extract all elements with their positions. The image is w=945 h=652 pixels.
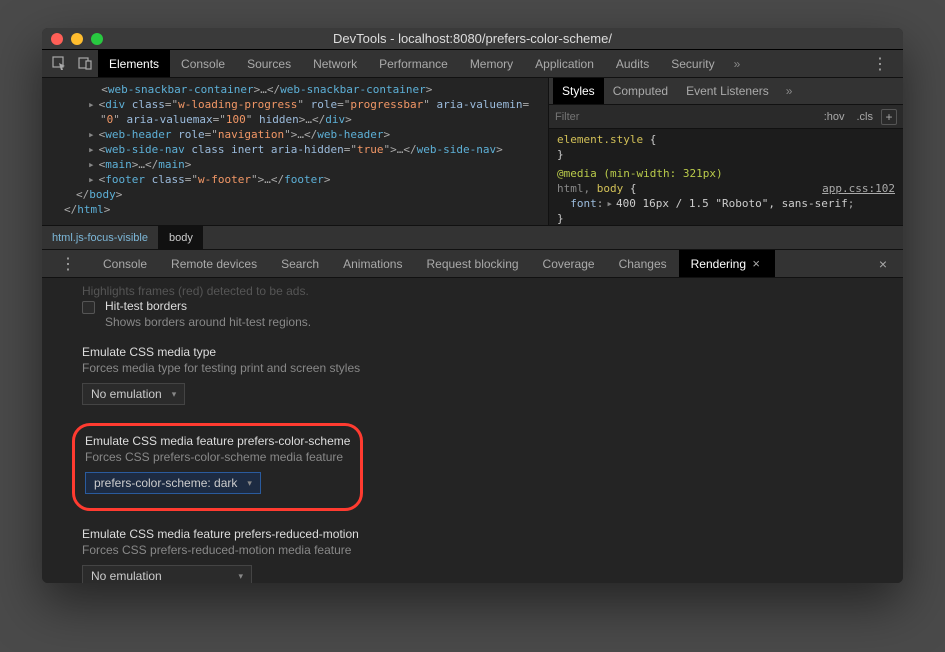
hov-toggle[interactable]: :hov bbox=[820, 111, 849, 123]
tabs-overflow-icon[interactable]: » bbox=[726, 57, 749, 71]
sidebar-tab-styles[interactable]: Styles bbox=[553, 78, 604, 104]
new-style-rule-button[interactable]: + bbox=[881, 109, 897, 125]
tab-security[interactable]: Security bbox=[660, 50, 725, 77]
truncated-text: Highlights frames (red) detected to be a… bbox=[82, 284, 885, 298]
highlight-annotation: Emulate CSS media feature prefers-color-… bbox=[72, 423, 363, 511]
traffic-lights bbox=[42, 33, 103, 45]
drawer-tab-changes[interactable]: Changes bbox=[607, 250, 679, 277]
close-drawer-icon[interactable]: × bbox=[879, 256, 895, 272]
styles-pane[interactable]: element.style {} @media (min-width: 321p… bbox=[549, 129, 903, 225]
drawer-tab-remote-devices[interactable]: Remote devices bbox=[159, 250, 269, 277]
drawer-tab-request-blocking[interactable]: Request blocking bbox=[414, 250, 530, 277]
minimize-window-button[interactable] bbox=[71, 33, 83, 45]
drawer-tab-animations[interactable]: Animations bbox=[331, 250, 414, 277]
styles-sidebar: Styles Computed Event Listeners » :hov .… bbox=[548, 78, 903, 225]
chevron-down-icon: ▾ bbox=[247, 478, 252, 489]
chevron-down-icon: ▾ bbox=[238, 571, 243, 582]
prefers-reduced-motion-desc: Forces CSS prefers-reduced-motion media … bbox=[82, 543, 885, 557]
elements-panel: <web-snackbar-container>…</web-snackbar-… bbox=[42, 78, 903, 226]
breadcrumb: html.js-focus-visible body bbox=[42, 226, 903, 250]
styles-filter-input[interactable] bbox=[555, 111, 816, 123]
drawer-tab-search[interactable]: Search bbox=[269, 250, 331, 277]
sidebar-tabs: Styles Computed Event Listeners » bbox=[549, 78, 903, 105]
hit-test-borders-checkbox[interactable] bbox=[82, 301, 95, 314]
sidebar-tabs-overflow-icon[interactable]: » bbox=[778, 84, 801, 98]
zoom-window-button[interactable] bbox=[91, 33, 103, 45]
window-title: DevTools - localhost:8080/prefers-color-… bbox=[42, 31, 903, 46]
tab-sources[interactable]: Sources bbox=[236, 50, 302, 77]
sidebar-tab-event-listeners[interactable]: Event Listeners bbox=[677, 78, 778, 104]
rendering-panel: Highlights frames (red) detected to be a… bbox=[42, 278, 903, 583]
emulate-media-type-label: Emulate CSS media type bbox=[82, 345, 885, 359]
close-window-button[interactable] bbox=[51, 33, 63, 45]
tab-elements[interactable]: Elements bbox=[98, 50, 170, 77]
tab-application[interactable]: Application bbox=[524, 50, 605, 77]
dom-tree[interactable]: <web-snackbar-container>…</web-snackbar-… bbox=[42, 78, 548, 225]
devtools-window: DevTools - localhost:8080/prefers-color-… bbox=[42, 28, 903, 583]
emulate-media-type-desc: Forces media type for testing print and … bbox=[82, 361, 885, 375]
drawer-tabs: ⋮ Console Remote devices Search Animatio… bbox=[42, 250, 903, 278]
main-tabs: Elements Console Sources Network Perform… bbox=[98, 50, 748, 77]
prefers-color-scheme-label: Emulate CSS media feature prefers-color-… bbox=[85, 434, 350, 448]
tab-audits[interactable]: Audits bbox=[605, 50, 660, 77]
inspect-icon[interactable] bbox=[46, 53, 72, 75]
source-link[interactable]: app.css:102 bbox=[822, 181, 895, 196]
device-toggle-icon[interactable] bbox=[72, 53, 98, 75]
emulate-media-type-select[interactable]: No emulation▾ bbox=[82, 383, 185, 405]
drawer-tab-rendering[interactable]: Rendering × bbox=[679, 250, 775, 277]
tab-performance[interactable]: Performance bbox=[368, 50, 459, 77]
close-tab-icon[interactable]: × bbox=[749, 256, 763, 271]
crumb-html[interactable]: html.js-focus-visible bbox=[42, 226, 159, 249]
tab-network[interactable]: Network bbox=[302, 50, 368, 77]
crumb-body[interactable]: body bbox=[159, 226, 203, 249]
prefers-reduced-motion-label: Emulate CSS media feature prefers-reduce… bbox=[82, 527, 885, 541]
macos-titlebar: DevTools - localhost:8080/prefers-color-… bbox=[42, 28, 903, 50]
tab-console[interactable]: Console bbox=[170, 50, 236, 77]
styles-filterbar: :hov .cls + bbox=[549, 105, 903, 129]
chevron-down-icon: ▾ bbox=[172, 389, 177, 400]
cls-toggle[interactable]: .cls bbox=[853, 111, 878, 123]
drawer-menu-icon[interactable]: ⋮ bbox=[50, 254, 87, 274]
hit-test-borders-label: Hit-test borders bbox=[105, 299, 311, 313]
settings-menu-icon[interactable]: ⋮ bbox=[862, 54, 899, 74]
prefers-color-scheme-select[interactable]: prefers-color-scheme: dark▾ bbox=[85, 472, 261, 494]
drawer-tab-console[interactable]: Console bbox=[91, 250, 159, 277]
drawer: ⋮ Console Remote devices Search Animatio… bbox=[42, 250, 903, 583]
hit-test-borders-desc: Shows borders around hit-test regions. bbox=[105, 315, 311, 329]
prefers-color-scheme-desc: Forces CSS prefers-color-scheme media fe… bbox=[85, 450, 350, 464]
main-toolbar: Elements Console Sources Network Perform… bbox=[42, 50, 903, 78]
drawer-tab-coverage[interactable]: Coverage bbox=[531, 250, 607, 277]
prefers-reduced-motion-select[interactable]: No emulation▾ bbox=[82, 565, 252, 583]
tab-memory[interactable]: Memory bbox=[459, 50, 524, 77]
sidebar-tab-computed[interactable]: Computed bbox=[604, 78, 677, 104]
